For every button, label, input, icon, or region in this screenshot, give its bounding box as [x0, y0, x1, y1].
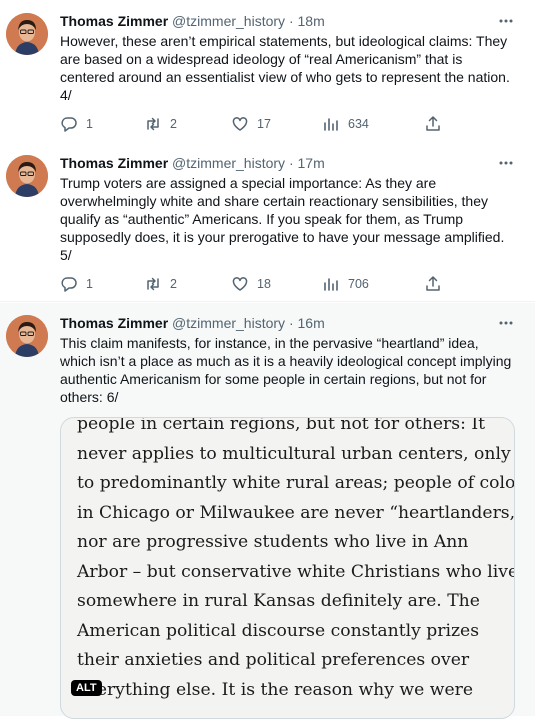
like-button[interactable]: 17 — [231, 113, 271, 135]
image-text-line: to predominantly white rural areas; peop… — [77, 473, 515, 493]
author-name[interactable]: Thomas Zimmer — [60, 315, 168, 331]
author-handle[interactable]: @tzimmer_history — [172, 315, 285, 331]
author-handle[interactable]: @tzimmer_history — [172, 13, 285, 29]
reply-count: 1 — [86, 277, 93, 291]
views-button[interactable]: 706 — [322, 273, 369, 295]
heart-icon — [232, 277, 248, 291]
more-options-icon[interactable] — [497, 12, 515, 30]
views-chart-icon — [324, 278, 338, 291]
tweet-text-line: overwhelmingly white and share certain r… — [60, 193, 488, 209]
like-count: 17 — [257, 117, 271, 131]
avatar[interactable] — [6, 155, 48, 197]
tweet-header: Thomas Zimmer @tzimmer_history · 16m — [60, 314, 499, 332]
tweet-text-line: which isn’t a place as much as it is a h… — [60, 353, 512, 369]
author-handle[interactable]: @tzimmer_history — [172, 155, 285, 171]
separator-dot: · — [288, 13, 294, 29]
author-name[interactable]: Thomas Zimmer — [60, 155, 168, 171]
heart-icon — [232, 117, 248, 131]
author-name[interactable]: Thomas Zimmer — [60, 13, 168, 29]
avatar[interactable] — [6, 13, 48, 55]
separator-dot: · — [288, 155, 294, 171]
timestamp[interactable]: 17m — [298, 155, 325, 171]
tweet-6[interactable]: Thomas Zimmer @tzimmer_history · 16m Thi… — [0, 303, 535, 719]
tweet-text-line: 5/ — [60, 247, 72, 263]
reply-icon — [61, 277, 77, 292]
action-bar: 1 2 18 706 — [60, 273, 445, 295]
timestamp[interactable]: 16m — [298, 315, 325, 331]
tweet-text-line: are based on a widespread ideology of “r… — [60, 51, 463, 67]
tweet-text: This claim manifests, for instance, in t… — [60, 334, 520, 406]
tweet-text-line: others: 6/ — [60, 389, 119, 405]
image-text-line: their anxieties and political preference… — [77, 650, 470, 670]
avatar-image — [6, 315, 48, 357]
view-count: 634 — [348, 117, 369, 131]
tweet-header: Thomas Zimmer @tzimmer_history · 17m — [60, 154, 499, 172]
share-button[interactable] — [424, 273, 450, 295]
avatar[interactable] — [6, 315, 48, 357]
share-icon — [426, 276, 440, 291]
views-button[interactable]: 634 — [322, 113, 369, 135]
image-text: people in certain regions, but not for o… — [77, 417, 515, 705]
image-text-line: somewhere in rural Kansas definitely are… — [77, 591, 480, 611]
reply-button[interactable]: 1 — [60, 113, 93, 135]
retweet-count: 2 — [170, 277, 177, 291]
share-button[interactable] — [424, 113, 450, 135]
tweet-text: Trump voters are assigned a special impo… — [60, 174, 520, 264]
tweet-4[interactable]: Thomas Zimmer @tzimmer_history · 18m How… — [0, 0, 535, 142]
reply-button[interactable]: 1 — [60, 273, 93, 295]
image-text-line: American political discourse constantly … — [77, 620, 480, 641]
retweet-button[interactable]: 2 — [144, 113, 177, 135]
reply-count: 1 — [86, 117, 93, 131]
share-icon — [426, 116, 440, 131]
avatar-image — [6, 13, 48, 55]
image-text-line: in Chicago or Milwaukee are never “heart… — [77, 502, 515, 523]
retweet-button[interactable]: 2 — [144, 273, 177, 295]
retweet-count: 2 — [170, 117, 177, 131]
retweet-icon — [147, 117, 159, 131]
reply-icon — [61, 117, 77, 132]
image-text-line: people in certain regions, but not for o… — [77, 417, 486, 434]
tweet-text-line: supposedly does, it is your prerogative … — [60, 229, 505, 245]
tweet-text-line: 4/ — [60, 87, 72, 103]
retweet-icon — [147, 277, 159, 291]
tweet-text-line: This claim manifests, for instance, in t… — [60, 335, 479, 351]
image-text-line: never applies to multicultural urban cen… — [77, 443, 511, 464]
tweet-header: Thomas Zimmer @tzimmer_history · 18m — [60, 12, 499, 30]
alt-text-badge[interactable]: ALT — [71, 680, 102, 696]
avatar-image — [6, 155, 48, 197]
more-options-icon[interactable] — [497, 154, 515, 172]
more-options-icon[interactable] — [497, 314, 515, 332]
timestamp[interactable]: 18m — [298, 13, 325, 29]
tweet-5[interactable]: Thomas Zimmer @tzimmer_history · 17m Tru… — [0, 142, 535, 302]
views-chart-icon — [324, 118, 338, 131]
like-count: 18 — [257, 277, 271, 291]
tweet-text-line: Trump voters are assigned a special impo… — [60, 175, 437, 191]
image-text-line: Arbor – but conservative white Christian… — [77, 561, 515, 582]
tweet-text-line: authentic Americanism for some people in… — [60, 371, 487, 387]
like-button[interactable]: 18 — [231, 273, 271, 295]
action-bar: 1 2 17 634 — [60, 113, 445, 135]
tweet-text-line: However, these aren’t empirical statemen… — [60, 33, 508, 49]
tweet-text-line: qualify as “authentic” Americans. If you… — [60, 211, 464, 227]
tweet-text: However, these aren’t empirical statemen… — [60, 32, 520, 104]
tweet-text-line: centered around an essentialist view of … — [60, 69, 510, 85]
image-text-line: everything else. It is the reason why we… — [77, 679, 474, 700]
attached-image[interactable]: people in certain regions, but not for o… — [60, 417, 515, 719]
image-text-line: nor are progressive students who live in… — [77, 532, 469, 552]
view-count: 706 — [348, 277, 369, 291]
separator-dot: · — [288, 315, 294, 331]
